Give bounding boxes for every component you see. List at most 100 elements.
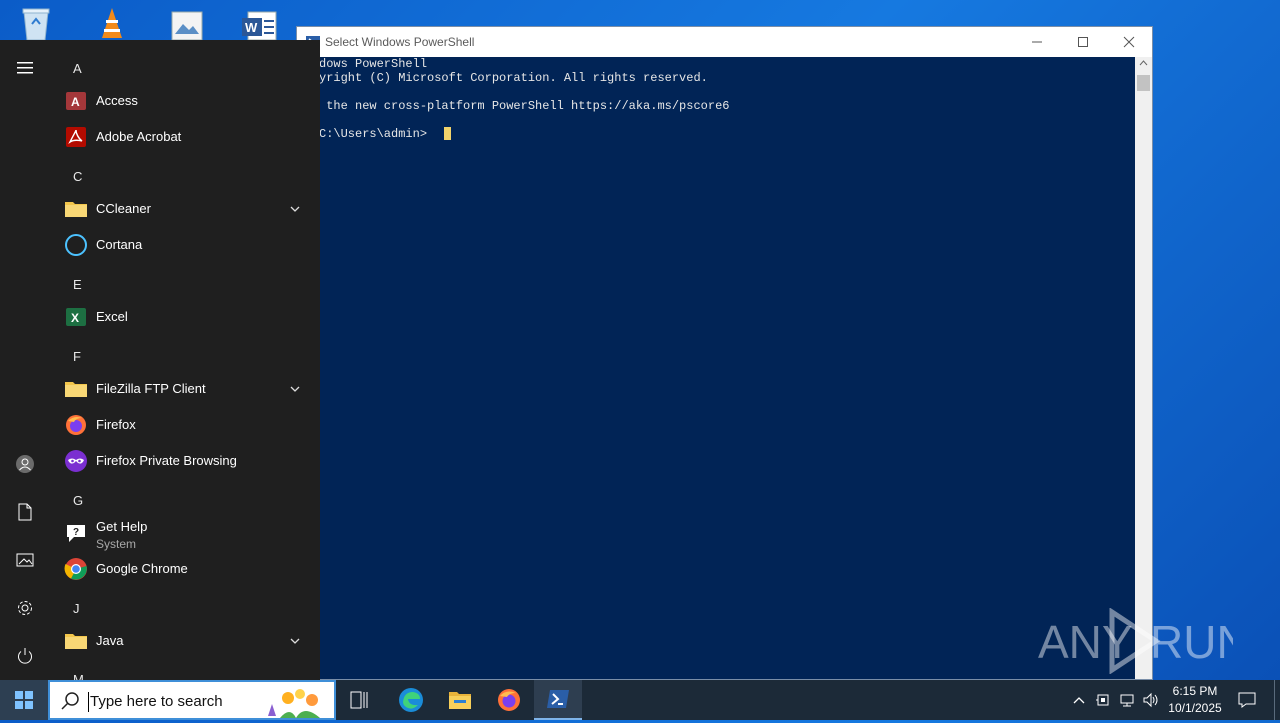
chevron-down-icon[interactable]: [288, 202, 302, 216]
windows-logo-icon: [15, 691, 33, 709]
maximize-button[interactable]: [1060, 27, 1106, 57]
word-document-icon[interactable]: W: [240, 4, 280, 41]
network-icon: [1120, 694, 1134, 707]
chevron-down-icon[interactable]: [288, 382, 302, 396]
svg-text:W: W: [245, 20, 258, 35]
app-google-chrome[interactable]: Google Chrome: [50, 551, 320, 587]
console-line: dows PowerShell: [319, 57, 428, 71]
section-letter[interactable]: A: [73, 61, 82, 76]
scroll-up-icon[interactable]: [1139, 59, 1148, 68]
pictures-button[interactable]: [0, 536, 50, 584]
taskbar-edge[interactable]: [387, 680, 435, 720]
action-center-button[interactable]: [1232, 680, 1262, 720]
power-button[interactable]: [0, 632, 50, 680]
taskbar-search-box[interactable]: Type here to search: [48, 680, 336, 720]
start-menu: A A Access Adobe Acrobat C CCleaner Cort…: [0, 40, 320, 680]
search-highlight-icon: [260, 684, 332, 718]
app-excel[interactable]: X Excel: [50, 299, 320, 335]
acrobat-icon: [64, 125, 88, 149]
app-ccleaner[interactable]: CCleaner: [50, 191, 320, 227]
vertical-scrollbar[interactable]: [1135, 57, 1152, 679]
taskbar-clock[interactable]: 6:15 PM 10/1/2025: [1162, 683, 1228, 717]
chrome-icon: [64, 557, 88, 581]
app-java[interactable]: Java: [50, 623, 320, 659]
app-name: Access: [96, 93, 138, 108]
section-letter[interactable]: J: [73, 601, 80, 616]
clock-time: 6:15 PM: [1172, 684, 1218, 698]
taskbar-powershell[interactable]: [534, 680, 582, 720]
app-firefox-private[interactable]: Firefox Private Browsing: [50, 443, 320, 479]
start-button[interactable]: [0, 680, 48, 720]
section-letter[interactable]: F: [73, 349, 81, 364]
app-adobe-acrobat[interactable]: Adobe Acrobat: [50, 119, 320, 155]
firefox-icon: [498, 689, 520, 711]
excel-icon: X: [64, 305, 88, 329]
section-letter[interactable]: C: [73, 169, 82, 184]
section-letter[interactable]: G: [73, 493, 83, 508]
console-line: the new cross-platform PowerShell https:…: [319, 99, 730, 113]
close-button[interactable]: [1106, 27, 1152, 57]
settings-icon: [18, 601, 32, 615]
documents-icon: [18, 503, 32, 521]
app-name: Java: [96, 633, 124, 648]
app-name: Excel: [96, 309, 128, 324]
power-icon: [18, 648, 32, 664]
file-explorer-icon: [449, 692, 471, 709]
svg-text:A: A: [71, 95, 80, 109]
search-input[interactable]: Type here to search: [90, 693, 223, 710]
app-list[interactable]: A A Access Adobe Acrobat C CCleaner Cort…: [50, 40, 320, 680]
powershell-titlebar[interactable]: Select Windows PowerShell: [297, 27, 1152, 57]
app-name: Google Chrome: [96, 561, 188, 576]
app-filezilla[interactable]: FileZilla FTP Client: [50, 371, 320, 407]
window-title: Select Windows PowerShell: [325, 35, 475, 49]
app-get-help[interactable]: ? Get Help System: [50, 515, 320, 551]
access-icon: A: [64, 89, 88, 113]
show-hidden-icons-button[interactable]: [1068, 680, 1090, 720]
app-subtitle: System: [96, 537, 137, 551]
pictures-icon: [16, 553, 34, 567]
show-desktop-button[interactable]: [1274, 680, 1280, 720]
task-view-button[interactable]: [336, 680, 384, 720]
hamburger-icon: [17, 62, 33, 74]
app-name: Get Help: [96, 519, 148, 534]
section-letter[interactable]: E: [73, 277, 82, 292]
app-name: CCleaner: [96, 201, 151, 216]
search-icon: [60, 691, 80, 711]
notification-icon: [1238, 692, 1256, 708]
close-icon: [1123, 36, 1135, 48]
section-letter[interactable]: M: [73, 672, 84, 680]
documents-button[interactable]: [0, 488, 50, 536]
task-view-icon: [350, 691, 368, 709]
folder-icon: [64, 197, 88, 221]
expand-menu-button[interactable]: [0, 44, 50, 92]
search-caret: [88, 692, 89, 712]
image-file-icon[interactable]: [167, 4, 207, 41]
firefox-private-icon: [64, 449, 88, 473]
recycle-bin-icon[interactable]: [16, 4, 56, 41]
minimize-button[interactable]: [1014, 27, 1060, 57]
app-firefox[interactable]: Firefox: [50, 407, 320, 443]
settings-button[interactable]: [0, 584, 50, 632]
console-prompt: C:\Users\admin>: [319, 127, 435, 141]
chevron-down-icon[interactable]: [288, 634, 302, 648]
scroll-thumb[interactable]: [1137, 75, 1150, 91]
vlc-icon[interactable]: [92, 4, 132, 40]
folder-icon: [64, 377, 88, 401]
app-access[interactable]: A Access: [50, 83, 320, 119]
taskbar-firefox[interactable]: [485, 680, 533, 720]
console-output[interactable]: dows PowerShell yright (C) Microsoft Cor…: [297, 57, 1135, 679]
tray-device-button[interactable]: [1092, 680, 1114, 720]
powershell-window[interactable]: Select Windows PowerShell dows PowerShel…: [296, 26, 1153, 680]
svg-text:?: ?: [73, 527, 79, 538]
watermark-right: RUN: [1150, 616, 1233, 668]
chevron-up-icon: [1073, 697, 1085, 704]
text-cursor: [444, 127, 451, 140]
tray-network-button[interactable]: [1116, 680, 1138, 720]
app-name: Adobe Acrobat: [96, 129, 182, 144]
powershell-icon: [547, 690, 569, 708]
app-cortana[interactable]: Cortana: [50, 227, 320, 263]
tray-volume-button[interactable]: [1140, 680, 1162, 720]
taskbar-file-explorer[interactable]: [436, 680, 484, 720]
device-icon: [1096, 694, 1109, 706]
account-button[interactable]: [0, 440, 50, 488]
